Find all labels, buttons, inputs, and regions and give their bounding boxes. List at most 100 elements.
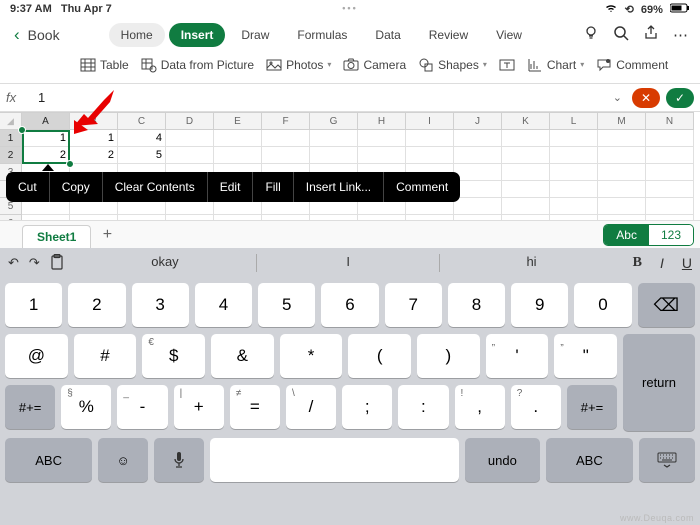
ctx-cut[interactable]: Cut xyxy=(6,172,50,202)
key-minus[interactable]: _- xyxy=(117,385,167,429)
more-icon[interactable]: ⋯ xyxy=(673,26,688,44)
ribbon-table[interactable]: Table xyxy=(80,57,129,73)
cell-D1[interactable] xyxy=(166,130,214,147)
cell-C1[interactable]: 4 xyxy=(118,130,166,147)
formula-confirm-button[interactable]: ✓ xyxy=(666,88,694,108)
cell[interactable] xyxy=(502,164,550,181)
key-quote[interactable]: „" xyxy=(554,334,617,378)
suggestion-3[interactable]: hi xyxy=(440,254,622,272)
italic-button[interactable]: I xyxy=(660,255,664,271)
cell[interactable] xyxy=(646,130,694,147)
share-icon[interactable] xyxy=(643,25,659,45)
col-header-E[interactable]: E xyxy=(214,112,262,130)
cell[interactable] xyxy=(454,181,502,198)
col-header-G[interactable]: G xyxy=(310,112,358,130)
cell[interactable] xyxy=(646,164,694,181)
formula-input[interactable]: 1 xyxy=(34,88,603,107)
cell[interactable] xyxy=(214,147,262,164)
key-5[interactable]: 5 xyxy=(258,283,315,327)
key-rparen[interactable]: ) xyxy=(417,334,480,378)
tab-draw[interactable]: Draw xyxy=(229,23,281,47)
key-slash[interactable]: \/ xyxy=(286,385,336,429)
key-return[interactable]: return xyxy=(623,334,695,431)
cell[interactable] xyxy=(598,130,646,147)
col-header-C[interactable]: C xyxy=(118,112,166,130)
col-header-I[interactable]: I xyxy=(406,112,454,130)
fx-label[interactable]: fx xyxy=(6,90,28,105)
ctx-edit[interactable]: Edit xyxy=(208,172,254,202)
cell-C2[interactable]: 5 xyxy=(118,147,166,164)
key-dollar[interactable]: €$ xyxy=(142,334,205,378)
tab-formulas[interactable]: Formulas xyxy=(285,23,359,47)
key-emoji[interactable]: ☺ xyxy=(98,438,148,482)
mode-123[interactable]: 123 xyxy=(649,225,693,245)
ribbon-chart[interactable]: Chart ▾ xyxy=(527,57,584,73)
ribbon-data-picture[interactable]: Data from Picture xyxy=(141,57,254,73)
cell[interactable] xyxy=(550,181,598,198)
key-symbols-right[interactable]: #+= xyxy=(567,385,617,429)
cell[interactable] xyxy=(454,164,502,181)
ribbon-textbox[interactable] xyxy=(499,57,515,73)
key-3[interactable]: 3 xyxy=(132,283,189,327)
key-star[interactable]: * xyxy=(280,334,343,378)
cell-B1[interactable]: 1 xyxy=(70,130,118,147)
key-2[interactable]: 2 xyxy=(68,283,125,327)
cell[interactable] xyxy=(310,130,358,147)
suggestion-2[interactable]: I xyxy=(257,254,439,272)
key-mic[interactable] xyxy=(154,438,204,482)
ctx-comment[interactable]: Comment xyxy=(384,172,460,202)
key-7[interactable]: 7 xyxy=(385,283,442,327)
ctx-copy[interactable]: Copy xyxy=(50,172,103,202)
col-header-A[interactable]: A xyxy=(22,112,70,130)
key-colon[interactable]: : xyxy=(398,385,448,429)
cell[interactable] xyxy=(262,147,310,164)
sheet-tab-1[interactable]: Sheet1 xyxy=(22,225,91,248)
cell[interactable] xyxy=(358,147,406,164)
tab-review[interactable]: Review xyxy=(417,23,480,47)
bold-button[interactable]: B xyxy=(633,255,642,271)
key-abc-left[interactable]: ABC xyxy=(5,438,92,482)
cell[interactable] xyxy=(406,147,454,164)
row-header-2[interactable]: 2 xyxy=(0,147,22,164)
key-lparen[interactable]: ( xyxy=(348,334,411,378)
cell[interactable] xyxy=(310,147,358,164)
col-header-H[interactable]: H xyxy=(358,112,406,130)
add-sheet-button[interactable]: + xyxy=(95,223,119,247)
ribbon-photos[interactable]: Photos ▾ xyxy=(266,57,331,73)
col-header-J[interactable]: J xyxy=(454,112,502,130)
cell-A1[interactable]: 1 xyxy=(22,130,70,147)
mode-abc[interactable]: Abc xyxy=(604,225,649,245)
ribbon-comment[interactable]: Comment xyxy=(596,57,668,73)
key-amp[interactable]: & xyxy=(211,334,274,378)
col-header-D[interactable]: D xyxy=(166,112,214,130)
cell[interactable] xyxy=(598,164,646,181)
key-0[interactable]: 0 xyxy=(574,283,631,327)
cell[interactable] xyxy=(646,181,694,198)
search-icon[interactable] xyxy=(613,25,629,45)
tab-insert[interactable]: Insert xyxy=(169,23,226,47)
key-hash[interactable]: # xyxy=(74,334,137,378)
cell[interactable] xyxy=(598,198,646,215)
ribbon-camera[interactable]: Camera xyxy=(343,57,406,73)
cell[interactable] xyxy=(550,198,598,215)
cell[interactable] xyxy=(502,147,550,164)
ctx-clear[interactable]: Clear Contents xyxy=(103,172,208,202)
cell[interactable] xyxy=(214,130,262,147)
back-button[interactable]: ‹ xyxy=(8,25,26,45)
ctx-link[interactable]: Insert Link... xyxy=(294,172,384,202)
cell[interactable] xyxy=(358,130,406,147)
key-apos[interactable]: „' xyxy=(486,334,549,378)
key-equals[interactable]: ≠= xyxy=(230,385,280,429)
kb-paste-icon[interactable] xyxy=(50,254,64,273)
suggestion-1[interactable]: okay xyxy=(74,254,256,272)
keyboard-mode-toggle[interactable]: Abc 123 xyxy=(603,224,694,246)
col-header-K[interactable]: K xyxy=(502,112,550,130)
cell[interactable] xyxy=(646,147,694,164)
lightbulb-icon[interactable] xyxy=(583,25,599,45)
key-percent[interactable]: §% xyxy=(61,385,111,429)
cell[interactable] xyxy=(502,130,550,147)
key-6[interactable]: 6 xyxy=(321,283,378,327)
cell[interactable] xyxy=(454,130,502,147)
key-symbols-left[interactable]: #+= xyxy=(5,385,55,429)
cell[interactable] xyxy=(598,147,646,164)
